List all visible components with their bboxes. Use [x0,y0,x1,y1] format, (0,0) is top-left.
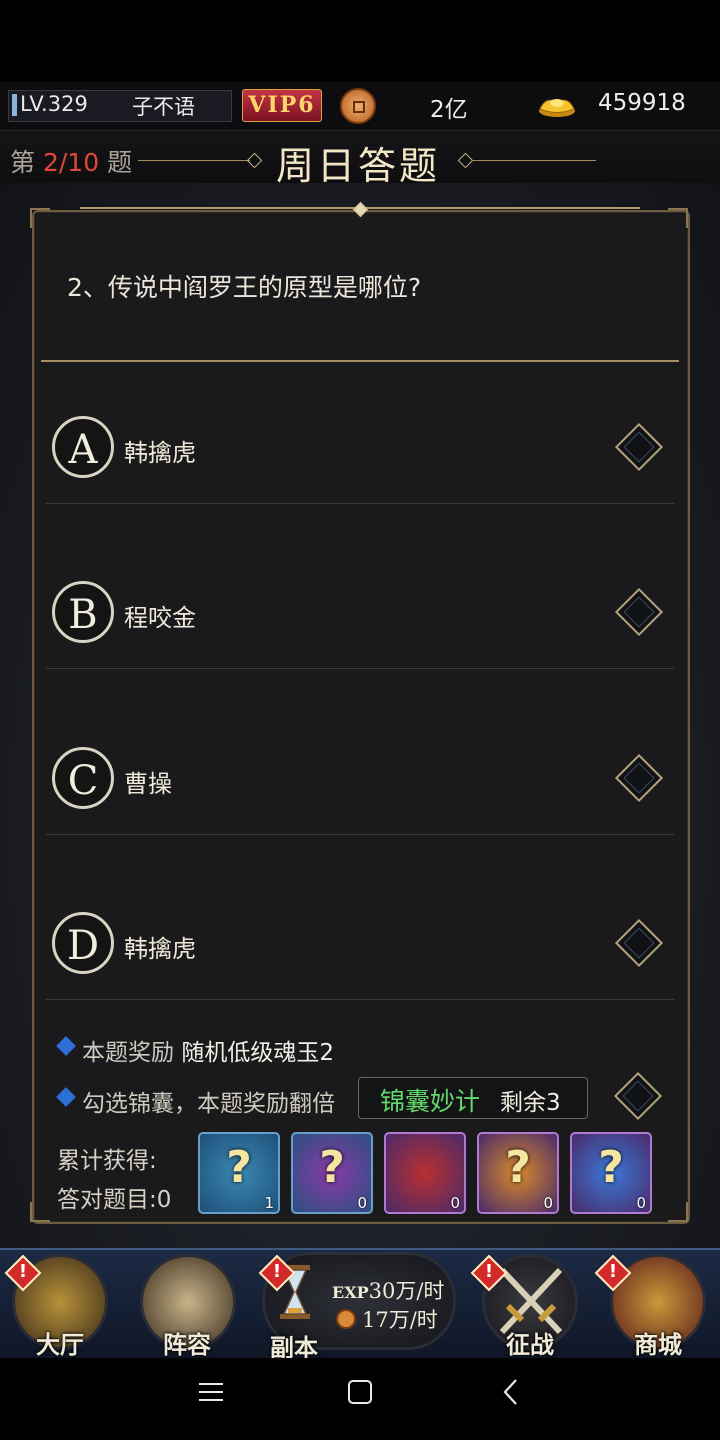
option-d-row[interactable]: D 韩擒虎 [44,874,675,1014]
question-text: 2、传说中阎罗王的原型是哪位? [67,273,422,302]
option-c-text: 曹操 [124,770,172,798]
option-b-text: 程咬金 [124,604,196,632]
title-deco-line-right [472,160,596,161]
player-name: 子不语 [132,95,195,119]
item-count: 0 [357,1194,367,1212]
gem-sack-icon[interactable]: ? 0 [570,1132,652,1214]
alert-mark: ! [608,1261,618,1282]
exp-label: EXP [332,1283,369,1302]
option-divider [46,999,674,1000]
option-b-badge: B [52,581,114,643]
alert-mark: ! [272,1261,282,1282]
item-count: 0 [450,1194,460,1212]
copper-amount: 2亿 [430,97,468,123]
gold-ingot-icon [539,99,575,117]
exp-bar-fill [12,94,17,116]
nav-shop-label: 商城 [634,1330,682,1359]
crystal-cluster-icon[interactable]: ? 0 [477,1132,559,1214]
double-reward-tip: 勾选锦囊，本题奖励翻倍 [82,1091,335,1117]
option-c-badge: C [52,747,114,809]
copper-coin-icon [336,1309,356,1329]
treasure-chest-icon[interactable]: 0 [384,1132,466,1214]
coin-rate: 17万/时 [362,1308,438,1332]
title-deco-line-left [138,160,250,161]
option-divider [46,503,674,504]
lucky-bag-icon[interactable]: ? 0 [291,1132,373,1214]
option-d-badge: D [52,912,114,974]
back-icon[interactable] [502,1378,520,1406]
jade-pendant-icon[interactable]: ? 1 [198,1132,280,1214]
option-divider [46,834,674,835]
jinnang-label: 锦囊妙计 [380,1087,481,1116]
current-question-number: 2/10 [42,148,100,177]
item-count: 0 [636,1194,646,1212]
reward-value: 随机低级魂玉2 [181,1040,334,1066]
item-count: 1 [264,1194,274,1212]
reward-line: 本题奖励 随机低级魂玉2 [82,1040,334,1066]
nav-lineup-label: 阵容 [163,1330,211,1359]
nav-hall-label: 大厅 [36,1330,84,1359]
item-count: 0 [543,1194,553,1212]
question-counter: 第 2/10 题 [10,148,133,177]
nav-battle-label: 征战 [506,1330,554,1359]
option-d-checkbox[interactable] [614,918,664,968]
option-c-row[interactable]: C 曹操 [44,709,675,849]
option-a-row[interactable]: A 韩擒虎 [44,378,675,518]
question-divider [41,360,679,362]
panel-corner-br [668,1202,688,1222]
page-title: 周日答题 [276,144,441,188]
option-a-badge: A [52,416,114,478]
panel-corner-tl [30,208,50,228]
alert-mark: ! [484,1261,494,1282]
panel-corner-bl [30,1202,50,1222]
player-level: LV.329 [20,92,88,116]
vip-badge[interactable]: VIP6 [242,89,322,122]
option-c-checkbox[interactable] [614,753,664,803]
menu-icon[interactable] [198,1380,224,1404]
option-d-text: 韩擒虎 [124,935,196,963]
correct-count: 答对题目:0 [57,1187,172,1213]
alert-mark: ! [18,1261,28,1282]
option-b-row[interactable]: B 程咬金 [44,543,675,683]
home-icon[interactable] [347,1379,373,1405]
cumulative-label: 累计获得: [57,1148,157,1174]
option-a-text: 韩擒虎 [124,439,196,467]
jinnang-remaining: 剩余3 [500,1090,561,1116]
option-divider [46,668,674,669]
option-a-checkbox[interactable] [614,422,664,472]
option-b-checkbox[interactable] [614,587,664,637]
exp-rate: EXP30万/时 [332,1279,445,1303]
gold-amount: 459918 [598,90,686,116]
copper-coin-icon [340,88,376,124]
panel-corner-tr [668,208,688,228]
